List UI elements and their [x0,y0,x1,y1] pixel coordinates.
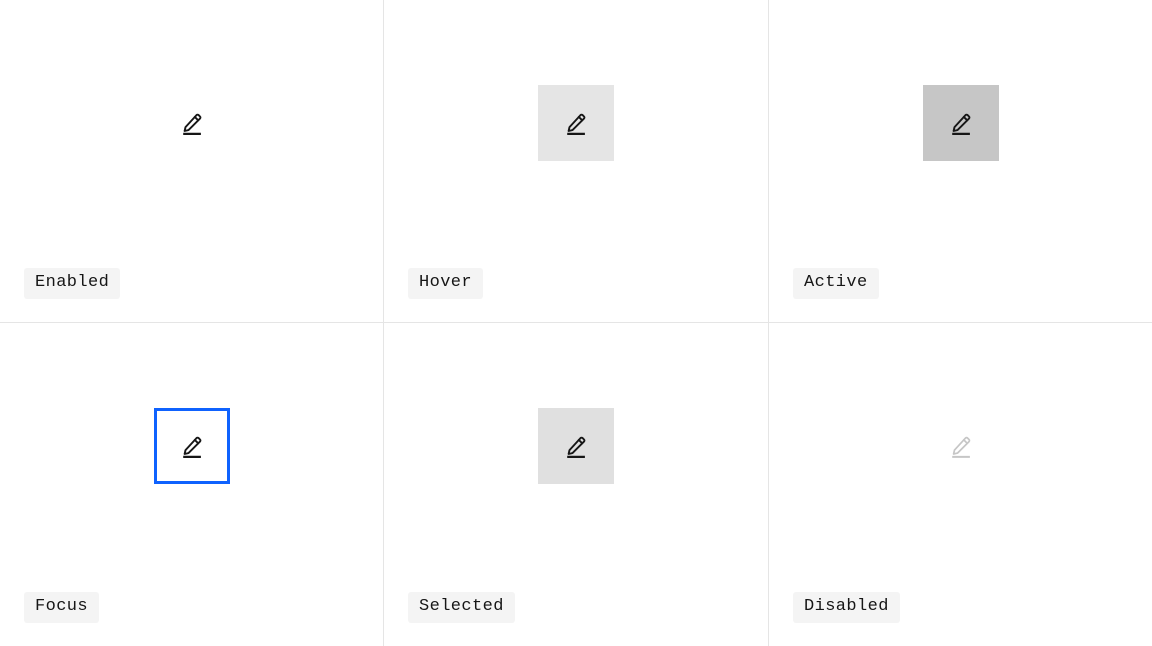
state-label-selected: Selected [408,592,515,623]
state-cell-disabled: Disabled [769,323,1152,646]
edit-icon-button-disabled [923,408,999,484]
state-label-hover: Hover [408,268,484,299]
state-cell-enabled: Enabled [0,0,384,323]
edit-icon-button-selected[interactable] [538,408,614,484]
edit-icon-button-enabled[interactable] [154,85,230,161]
icon-button-stage-disabled [769,323,1152,569]
state-label-row: Focus [24,592,100,623]
edit-pencil-icon [560,107,592,139]
icon-button-stage-focus [0,323,383,569]
state-label-row: Active [793,268,879,299]
state-label-enabled: Enabled [24,268,121,299]
edit-pencil-icon [176,107,208,139]
icon-button-stage-hover [384,0,768,246]
edit-pencil-icon [176,430,208,462]
state-cell-focus: Focus [0,323,384,646]
state-label-row: Hover [408,268,484,299]
component-states-grid: Enabled Hover Active Focus Selected Disa… [0,0,1152,646]
state-cell-selected: Selected [384,323,769,646]
state-cell-hover: Hover [384,0,1006,323]
state-label-row: Selected [408,592,515,623]
edit-icon-button-active[interactable] [922,85,999,161]
icon-button-stage-selected [384,323,768,569]
state-label-active: Active [793,268,879,299]
edit-pencil-icon [560,430,592,462]
state-cell-active: Active [769,0,1152,323]
edit-pencil-icon [945,107,977,139]
state-label-row: Disabled [793,592,900,623]
state-label-disabled: Disabled [793,592,900,623]
state-label-row: Enabled [24,268,121,299]
icon-button-stage-enabled [0,0,383,246]
edit-pencil-icon [945,430,977,462]
state-label-focus: Focus [24,592,100,623]
edit-icon-button-focus[interactable] [153,408,230,484]
edit-icon-button-hover[interactable] [538,85,614,161]
icon-button-stage-active [769,0,1152,246]
